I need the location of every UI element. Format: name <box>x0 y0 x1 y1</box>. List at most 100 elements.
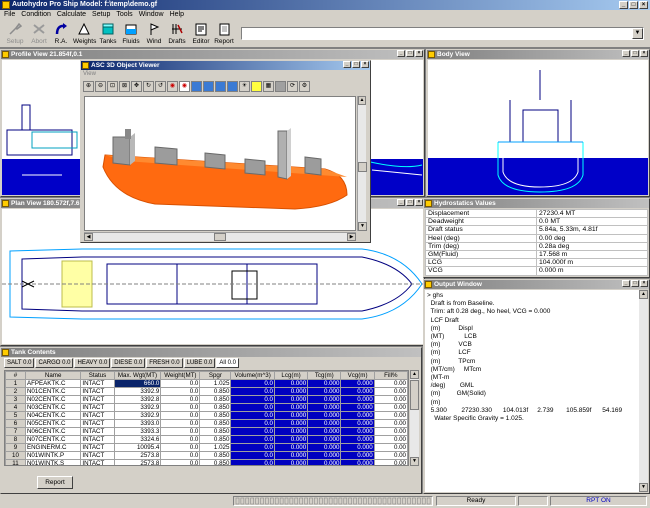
table-cell[interactable]: 1.025 <box>199 379 232 388</box>
table-cell[interactable]: 0.850 <box>199 427 232 436</box>
table-row[interactable]: 3 N02CENTK.C INTACT 3392.8 0.0 0.850 0.0 0.000 0… <box>5 395 408 404</box>
table-cell[interactable]: 3392.9 <box>113 403 162 412</box>
table-cell[interactable]: 0.000 <box>307 451 342 460</box>
table-cell[interactable]: 0.850 <box>199 411 232 420</box>
table-cell[interactable]: 0.000 <box>307 435 342 444</box>
output-scroll-down-icon[interactable]: ▼ <box>639 483 648 492</box>
table-cell[interactable]: 0.00 <box>373 419 408 428</box>
view-side-icon[interactable] <box>203 81 214 92</box>
table-cell[interactable]: 0.0 <box>160 419 201 428</box>
table-cell[interactable]: 5 <box>5 411 26 420</box>
zoom-fit-icon[interactable]: ⊠ <box>119 81 130 92</box>
body-view-window[interactable]: Body View _ □ × <box>426 49 650 197</box>
weights-button[interactable]: Weights <box>73 22 96 48</box>
table-cell[interactable]: 0.000 <box>340 395 375 404</box>
column-header[interactable]: Weight(MT) <box>160 371 201 380</box>
table-row[interactable]: 9 ENGINERM.C INTACT 10095.4 0.0 1.025 0.0 0.000… <box>5 443 408 452</box>
output-vscrollbar[interactable]: ▲ ▼ <box>639 290 648 492</box>
viewer-hscroll-thumb[interactable] <box>214 233 226 241</box>
table-cell[interactable]: 0.0 <box>160 435 201 444</box>
table-cell[interactable]: 0.000 <box>273 411 309 420</box>
body-canvas[interactable] <box>428 60 648 195</box>
menu-file[interactable]: File <box>4 10 15 20</box>
tank-scroll-up-icon[interactable]: ▲ <box>410 370 419 379</box>
table-cell[interactable]: 0.00 <box>373 459 408 465</box>
table-cell[interactable]: 9 <box>5 443 26 452</box>
pan-icon[interactable]: ✥ <box>131 81 142 92</box>
table-cell[interactable]: 0.00 <box>373 451 408 460</box>
table-cell[interactable]: AFPEAKTK.C <box>24 379 82 388</box>
viewer-vscrollbar[interactable]: ▲ ▼ <box>357 96 367 231</box>
tank-tab[interactable]: FRESH 0.0 <box>146 358 183 368</box>
profile-minimize-button[interactable]: _ <box>397 50 405 57</box>
output-close-button[interactable]: × <box>640 280 648 287</box>
table-cell[interactable]: 6 <box>5 419 26 428</box>
table-cell[interactable]: 0.0 <box>230 435 275 444</box>
tank-grid[interactable]: # Name Status Max. Wgt(MT) Weight(MT) Spgr Vol… <box>4 370 409 466</box>
zoom-in-icon[interactable]: ⊕ <box>83 81 94 92</box>
table-cell[interactable]: 0.0 <box>230 443 275 452</box>
column-header[interactable]: Fill% <box>373 371 408 380</box>
table-cell[interactable]: 0.00 <box>373 387 408 396</box>
table-cell[interactable]: 0.000 <box>307 411 342 420</box>
table-cell[interactable]: 0.0 <box>230 419 275 428</box>
table-cell[interactable]: 0.850 <box>199 387 232 396</box>
output-minimize-button[interactable]: _ <box>622 280 630 287</box>
body-maximize-button[interactable]: □ <box>631 50 639 57</box>
table-cell[interactable]: 0.850 <box>199 419 232 428</box>
table-cell[interactable]: 3324.6 <box>113 435 162 444</box>
tank-tab[interactable]: CARGO 0.0 <box>35 358 74 368</box>
menu-calculate[interactable]: Calculate <box>57 10 86 20</box>
zoom-window-icon[interactable]: ⊡ <box>107 81 118 92</box>
profile-close-button[interactable]: × <box>415 50 423 57</box>
eye-active-icon[interactable]: ◉ <box>179 81 190 92</box>
table-cell[interactable]: 0.0 <box>160 427 201 436</box>
table-cell[interactable]: 10 <box>5 451 26 460</box>
table-cell[interactable]: 0.00 <box>373 395 408 404</box>
table-cell[interactable]: 0.00 <box>373 411 408 420</box>
table-cell[interactable]: 0.000 <box>307 403 342 412</box>
table-cell[interactable]: 0.000 <box>340 451 375 460</box>
color-icon[interactable] <box>251 81 262 92</box>
spin-icon[interactable]: ↺ <box>155 81 166 92</box>
table-cell[interactable]: 2573.8 <box>113 451 162 460</box>
minimize-button[interactable]: _ <box>619 1 628 9</box>
viewer-minimize-button[interactable]: _ <box>343 61 351 68</box>
table-cell[interactable]: 0.000 <box>340 403 375 412</box>
output-text-area[interactable]: > ghs Draft is from Baseline. Trim: aft … <box>425 290 639 492</box>
table-cell[interactable]: 0.850 <box>199 451 232 460</box>
tanks-button[interactable]: Tanks <box>97 22 119 48</box>
scroll-left-icon[interactable]: ◀ <box>84 233 93 241</box>
table-cell[interactable]: 0.0 <box>230 395 275 404</box>
column-header[interactable]: Volume(m^3) <box>230 371 275 380</box>
table-cell[interactable]: 11 <box>5 459 26 465</box>
table-cell[interactable]: N03CENTK.C <box>24 403 82 412</box>
table-cell[interactable]: 660.0 <box>113 379 162 388</box>
table-cell[interactable]: 0.000 <box>307 443 342 452</box>
table-row[interactable]: 11 N01WINTK.S INTACT 2573.8 0.0 0.850 0.0 0.000… <box>5 459 408 465</box>
table-cell[interactable]: INTACT <box>80 419 115 428</box>
viewer-menu-view[interactable]: View <box>83 71 96 77</box>
plan-minimize-button[interactable]: _ <box>397 199 405 206</box>
table-cell[interactable]: 3393.3 <box>113 427 162 436</box>
table-row[interactable]: 10 N01WINTK.P INTACT 2573.8 0.0 0.850 0.0 0.000… <box>5 451 408 460</box>
table-row[interactable]: 8 N07CENTK.C INTACT 3324.6 0.0 0.850 0.0 0.000 0… <box>5 435 408 444</box>
menu-help[interactable]: Help <box>170 10 184 20</box>
table-cell[interactable]: 0.0 <box>230 459 275 465</box>
table-cell[interactable]: 0.00 <box>373 379 408 388</box>
scroll-up-icon[interactable]: ▲ <box>358 96 366 105</box>
table-cell[interactable]: 3392.9 <box>113 387 162 396</box>
table-cell[interactable]: INTACT <box>80 379 115 388</box>
table-cell[interactable]: 4 <box>5 403 26 412</box>
table-cell[interactable]: N01CENTK.C <box>24 387 82 396</box>
table-cell[interactable]: 0.000 <box>340 435 375 444</box>
menu-window[interactable]: Window <box>139 10 164 20</box>
tank-tab[interactable]: HEAVY 0.0 <box>74 358 111 368</box>
scroll-right-icon[interactable]: ▶ <box>347 233 356 241</box>
table-cell[interactable]: 0.000 <box>307 459 342 465</box>
table-cell[interactable]: INTACT <box>80 459 115 465</box>
wireframe-icon[interactable]: ▦ <box>263 81 274 92</box>
table-cell[interactable]: 3 <box>5 395 26 404</box>
view-iso-icon[interactable] <box>227 81 238 92</box>
table-cell[interactable]: 0.000 <box>340 419 375 428</box>
